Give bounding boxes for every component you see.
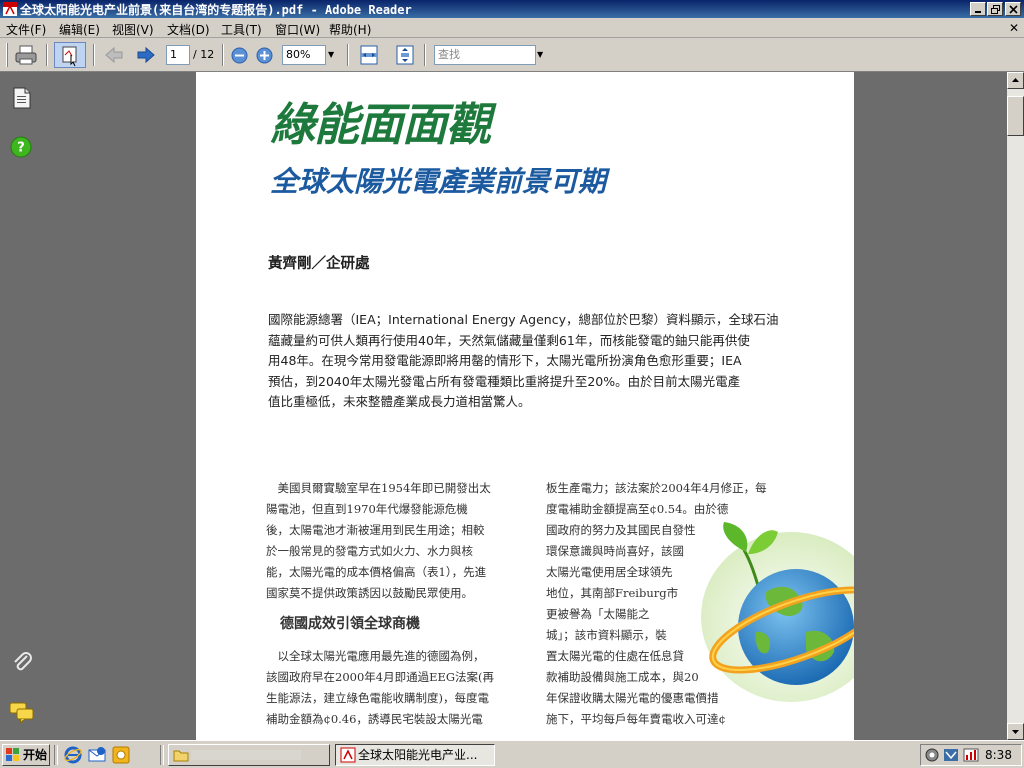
- menu-file[interactable]: 文件(F): [6, 21, 46, 38]
- taskbar-adobe-reader-button[interactable]: 全球太阳能光电产业...: [335, 744, 495, 766]
- search-dropdown-chevron-icon[interactable]: ▼: [537, 50, 543, 59]
- blurred-task-label: [191, 750, 301, 760]
- folder-icon: [173, 750, 189, 762]
- start-label: 开始: [23, 748, 48, 762]
- document-subtitle: 全球太陽光電產業前景可期: [270, 165, 607, 198]
- comments-icon[interactable]: [9, 702, 35, 727]
- document-abstract: 國際能源總署（IEA；International Energy Agency，總…: [268, 312, 779, 410]
- scroll-thumb[interactable]: [1007, 96, 1024, 136]
- restore-button[interactable]: [987, 2, 1003, 16]
- menu-window[interactable]: 窗口(W): [275, 21, 320, 38]
- network-tray-icon[interactable]: [925, 748, 939, 765]
- zoom-in-icon[interactable]: [256, 47, 273, 67]
- title-bar: 全球太阳能光电产业前景(来自台湾的专题报告).pdf - Adobe Reade…: [0, 0, 1024, 18]
- window-title: 全球太阳能光电产业前景(来自台湾的专题报告).pdf - Adobe Reade…: [20, 3, 412, 17]
- media-player-icon[interactable]: [112, 746, 130, 767]
- task2-label: 全球太阳能光电产业...: [358, 748, 478, 762]
- svg-text:?: ?: [17, 141, 25, 156]
- toolbar-separator: [424, 44, 426, 66]
- section-heading: 德國成效引領全球商機: [280, 616, 420, 632]
- attachments-paperclip-icon[interactable]: [10, 650, 34, 677]
- print-icon[interactable]: [14, 44, 38, 69]
- document-author: 黃齊剛／企研處: [268, 256, 370, 272]
- start-button[interactable]: 开始: [2, 744, 50, 766]
- menu-bar: 文件(F) 编辑(E) 视图(V) 文档(D) 工具(T) 窗口(W) 帮助(H…: [0, 18, 1024, 38]
- fit-width-icon[interactable]: [360, 45, 378, 68]
- menu-view[interactable]: 视图(V): [112, 21, 154, 38]
- toolbar-grip: [6, 43, 9, 70]
- next-page-icon[interactable]: [136, 46, 156, 67]
- navigation-pane: ?: [0, 72, 46, 740]
- fit-page-icon[interactable]: [396, 45, 414, 68]
- zoom-dropdown-chevron-icon[interactable]: ▼: [328, 50, 334, 59]
- close-window-button[interactable]: [1005, 2, 1021, 16]
- search-input[interactable]: 查找: [434, 45, 536, 65]
- menu-help[interactable]: 帮助(H): [329, 21, 371, 38]
- windows-logo-icon: [6, 748, 19, 761]
- zoom-out-icon[interactable]: [231, 47, 248, 67]
- page-total-label: / 12: [193, 48, 215, 61]
- scroll-down-arrow-icon[interactable]: [1007, 723, 1024, 740]
- page-number-input[interactable]: 1: [166, 45, 190, 65]
- toolbar-separator: [222, 44, 224, 66]
- adobe-reader-app-icon: [2, 1, 18, 17]
- toolbar-separator: [93, 44, 95, 66]
- taskbar-separator: [160, 745, 164, 765]
- clock: 8:38: [985, 748, 1012, 762]
- toolbar-separator: [46, 44, 48, 66]
- outlook-express-icon[interactable]: [88, 746, 106, 767]
- previous-page-icon[interactable]: [104, 46, 124, 67]
- internet-explorer-icon[interactable]: [64, 746, 82, 767]
- menu-tools[interactable]: 工具(T): [221, 21, 262, 38]
- volume-tray-icon[interactable]: [963, 748, 979, 765]
- taskbar-window-button[interactable]: [168, 744, 330, 766]
- taskbar: 开始 全球太阳能光电产业... 8:38: [0, 740, 1024, 768]
- minimize-button[interactable]: [970, 2, 986, 16]
- column1-paragraph2: 以全球太陽光電應用最先進的德國為例， 該國政府早在2000年4月即通過EEG法案…: [266, 649, 495, 726]
- pages-panel-icon[interactable]: [12, 86, 32, 113]
- input-method-tray-icon[interactable]: [943, 748, 959, 765]
- menu-edit[interactable]: 编辑(E): [59, 21, 100, 38]
- document-title: 綠能面面觀: [270, 98, 491, 151]
- vertical-scrollbar[interactable]: [1007, 72, 1024, 740]
- help-icon[interactable]: ?: [10, 136, 32, 161]
- taskbar-separator: [54, 745, 58, 765]
- menu-document[interactable]: 文档(D): [167, 21, 210, 38]
- close-document-icon[interactable]: ✕: [1009, 21, 1019, 35]
- column1-paragraph1: 美國貝爾實驗室早在1954年即已開發出太 陽電池，但直到1970年代爆發能源危機…: [266, 481, 491, 600]
- zoom-level-input[interactable]: 80%: [282, 45, 326, 65]
- toolbar-separator: [347, 44, 349, 66]
- pdf-page: 綠能面面觀 全球太陽光電產業前景可期 黃齊剛／企研處 國際能源總署（IEA；In…: [196, 72, 854, 740]
- scroll-up-arrow-icon[interactable]: [1007, 72, 1024, 89]
- system-tray: 8:38: [920, 744, 1022, 766]
- green-globe-illustration: [696, 502, 854, 705]
- pdf-document-icon: [340, 747, 356, 763]
- toolbar: 1 / 12 80% ▼ 查找 ▼: [0, 38, 1024, 72]
- select-tool-button[interactable]: [54, 42, 86, 68]
